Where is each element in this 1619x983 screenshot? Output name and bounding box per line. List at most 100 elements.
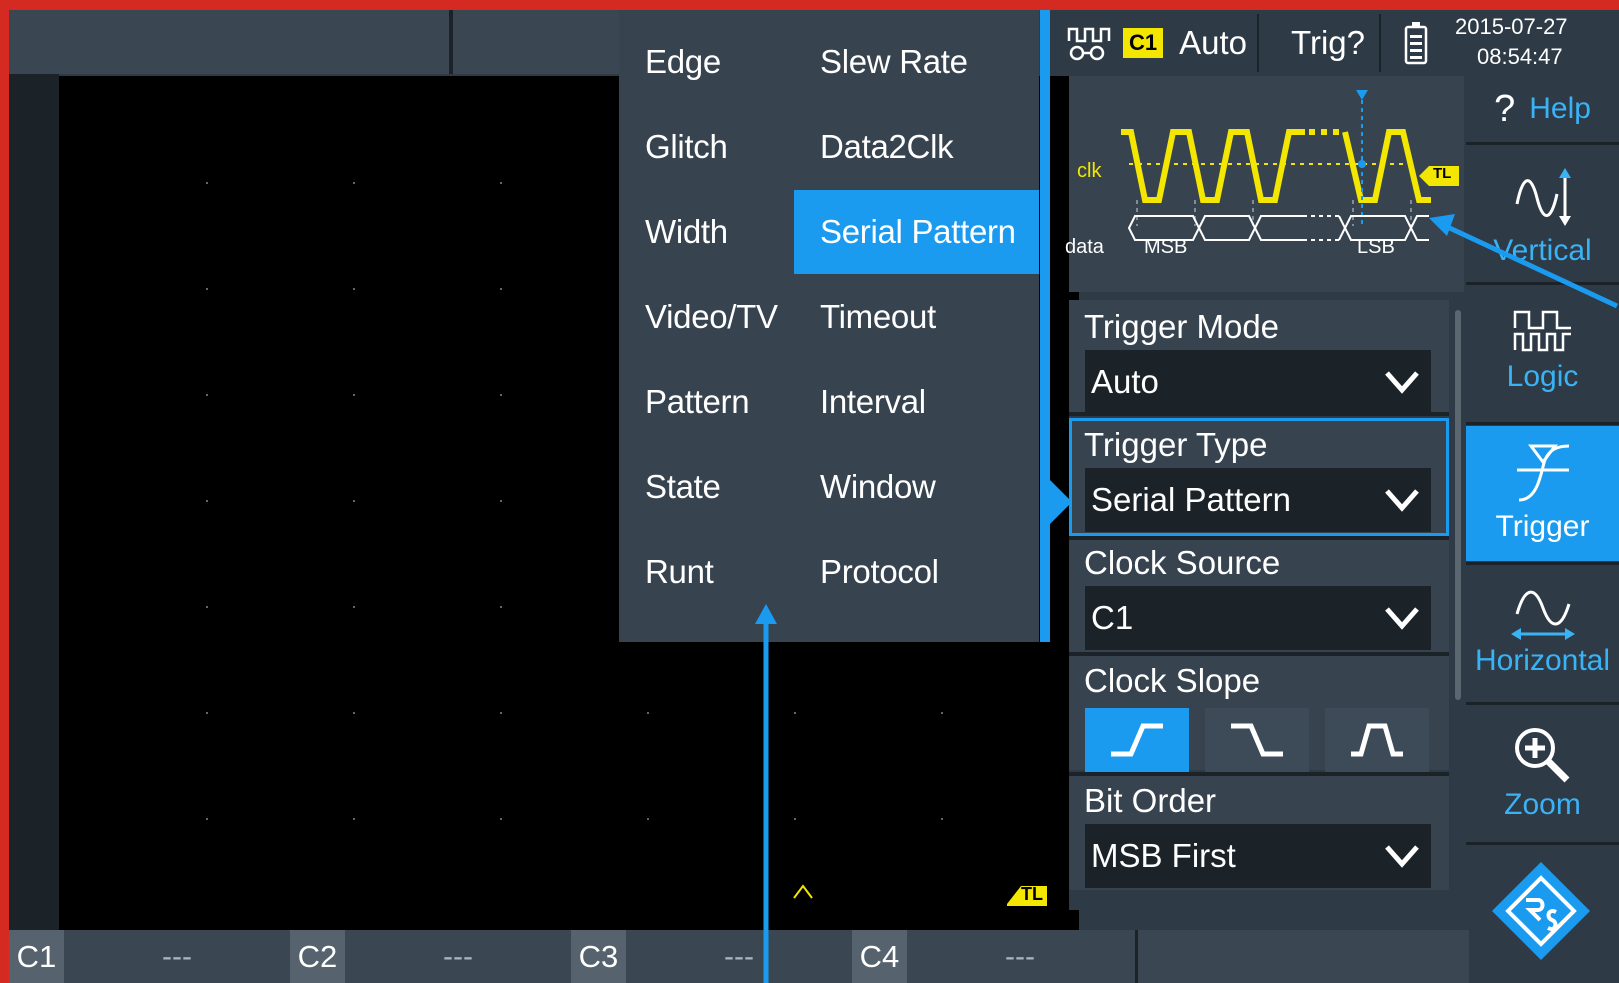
menu-item-runt[interactable]: Runt xyxy=(619,530,789,614)
top-bar-left xyxy=(9,10,449,74)
channel-2-value[interactable]: --- xyxy=(345,930,571,983)
toolbar-trigger[interactable]: Trigger xyxy=(1466,426,1619,561)
help-button[interactable]: ? Help xyxy=(1466,76,1619,142)
menu-item-slew-rate[interactable]: Slew Rate xyxy=(794,20,1039,104)
zoom-icon xyxy=(1514,728,1569,783)
toolbar-logic[interactable]: Logic xyxy=(1466,286,1619,421)
toolbar-separator xyxy=(1466,562,1619,565)
grid-dot xyxy=(794,818,796,820)
channel-badge: C1 xyxy=(1123,28,1164,58)
menu-item-width[interactable]: Width xyxy=(619,190,789,274)
falling-edge-button[interactable] xyxy=(1205,708,1309,772)
menu-item-serial-pattern[interactable]: Serial Pattern xyxy=(794,190,1039,274)
toolbar-zoom[interactable]: Zoom xyxy=(1466,706,1619,841)
channel-bar: C1 --- C2 --- C3 --- C4 --- xyxy=(9,930,1469,983)
trigger-state-text: Trig? xyxy=(1291,24,1365,61)
clock-source-dropdown[interactable]: C1 xyxy=(1085,586,1431,650)
menu-item-glitch[interactable]: Glitch xyxy=(619,105,789,189)
toolbar-horizontal[interactable]: Horizontal xyxy=(1466,566,1619,701)
oscilloscope-screen: TL Edge Glitch Width Video/TV Pattern St… xyxy=(9,10,1619,983)
menu-item-state[interactable]: State xyxy=(619,445,789,529)
trigger-mode-dropdown[interactable]: Auto xyxy=(1085,350,1431,414)
grid-dot xyxy=(353,818,355,820)
both-edges-icon xyxy=(1351,723,1403,757)
trigger-label: Trigger xyxy=(1495,510,1590,543)
grid-dot xyxy=(500,818,502,820)
grid-dot xyxy=(353,288,355,290)
zoom-label: Zoom xyxy=(1504,788,1581,821)
grid-dot xyxy=(206,500,208,502)
menu-item-data2clk[interactable]: Data2Clk xyxy=(794,105,1039,189)
acquisition-icon xyxy=(1067,27,1111,61)
chevron-down-icon xyxy=(1385,371,1419,394)
data-label: data xyxy=(1065,236,1104,258)
channel-4-value[interactable]: --- xyxy=(907,930,1133,983)
grid-dot xyxy=(794,712,796,714)
clock-source-value: C1 xyxy=(1091,599,1134,636)
tl-text: TL xyxy=(1433,165,1452,182)
panel-scrollbar[interactable] xyxy=(1455,310,1461,700)
date-time: 2015-07-27 08:54:47 xyxy=(1455,12,1619,72)
trigger-settings-panel: Trigger Mode Auto Trigger Type Serial Pa… xyxy=(1069,300,1449,910)
right-toolbar: ? Help Vertical Logic Trigger Horizontal… xyxy=(1466,76,1619,983)
help-icon: ? xyxy=(1494,87,1516,130)
menu-item-protocol[interactable]: Protocol xyxy=(794,530,1039,614)
grid-dot xyxy=(353,606,355,608)
grid-dot xyxy=(206,818,208,820)
rising-edge-icon xyxy=(1111,723,1163,757)
toolbar-separator xyxy=(1466,422,1619,425)
waveform-tl-label: TL xyxy=(1021,884,1043,904)
channel-bar-divider xyxy=(1135,930,1138,983)
trigger-type-label: Trigger Type xyxy=(1084,426,1268,463)
waveform-tl-marker: TL xyxy=(1007,884,1047,908)
channel-2-label[interactable]: C2 xyxy=(290,930,345,983)
grid-dot xyxy=(353,500,355,502)
menu-accent-edge xyxy=(1040,10,1050,642)
menu-item-pattern[interactable]: Pattern xyxy=(619,360,789,444)
menu-item-video-tv[interactable]: Video/TV xyxy=(619,275,789,359)
menu-item-interval[interactable]: Interval xyxy=(794,360,1039,444)
toolbar-separator xyxy=(1466,702,1619,705)
trigger-status-button[interactable]: C1 Auto xyxy=(1059,10,1255,76)
grid-dot xyxy=(500,288,502,290)
grid-dot xyxy=(206,712,208,714)
bit-order-dropdown[interactable]: MSB First xyxy=(1085,824,1431,888)
time-text: 08:54:47 xyxy=(1477,44,1563,69)
grid-dot xyxy=(353,182,355,184)
channel-4-label[interactable]: C4 xyxy=(852,930,907,983)
channel-3-value[interactable]: --- xyxy=(626,930,852,983)
grid-dot xyxy=(206,394,208,396)
chevron-down-icon xyxy=(1385,845,1419,868)
grid-dot xyxy=(941,712,943,714)
serial-pattern-waveform-icon xyxy=(1121,90,1431,241)
toolbar-separator xyxy=(1466,282,1619,285)
grid-dot xyxy=(500,182,502,184)
bit-order-value: MSB First xyxy=(1091,837,1236,874)
channel-3-label[interactable]: C3 xyxy=(571,930,626,983)
horizontal-label: Horizontal xyxy=(1474,644,1611,677)
trigger-position-marker xyxy=(793,884,813,899)
date-text: 2015-07-27 xyxy=(1455,14,1568,39)
toolbar-separator xyxy=(1466,142,1619,145)
vertical-label: Vertical xyxy=(1493,234,1592,267)
grid-dot xyxy=(500,500,502,502)
trigger-type-dropdown[interactable]: Serial Pattern xyxy=(1085,468,1431,532)
rs-logo-icon xyxy=(1492,862,1590,960)
toolbar-vertical[interactable]: Vertical xyxy=(1466,146,1619,281)
menu-item-timeout[interactable]: Timeout xyxy=(794,275,1039,359)
channel-1-value[interactable]: --- xyxy=(64,930,290,983)
grid-dot xyxy=(353,712,355,714)
menu-item-edge[interactable]: Edge xyxy=(619,20,789,104)
both-edges-button[interactable] xyxy=(1325,708,1429,772)
logic-icon xyxy=(1513,310,1571,352)
rising-edge-button[interactable] xyxy=(1085,708,1189,772)
channel-1-label[interactable]: C1 xyxy=(9,930,64,983)
rohde-schwarz-logo xyxy=(1486,856,1596,966)
grid-dot xyxy=(206,288,208,290)
vertical-icon xyxy=(1515,168,1571,226)
grid-dot xyxy=(500,606,502,608)
help-label: Help xyxy=(1529,92,1591,125)
tl-marker: TL xyxy=(1419,165,1459,186)
menu-item-window[interactable]: Window xyxy=(794,445,1039,529)
trigger-state-button[interactable]: Trig? xyxy=(1259,10,1377,76)
